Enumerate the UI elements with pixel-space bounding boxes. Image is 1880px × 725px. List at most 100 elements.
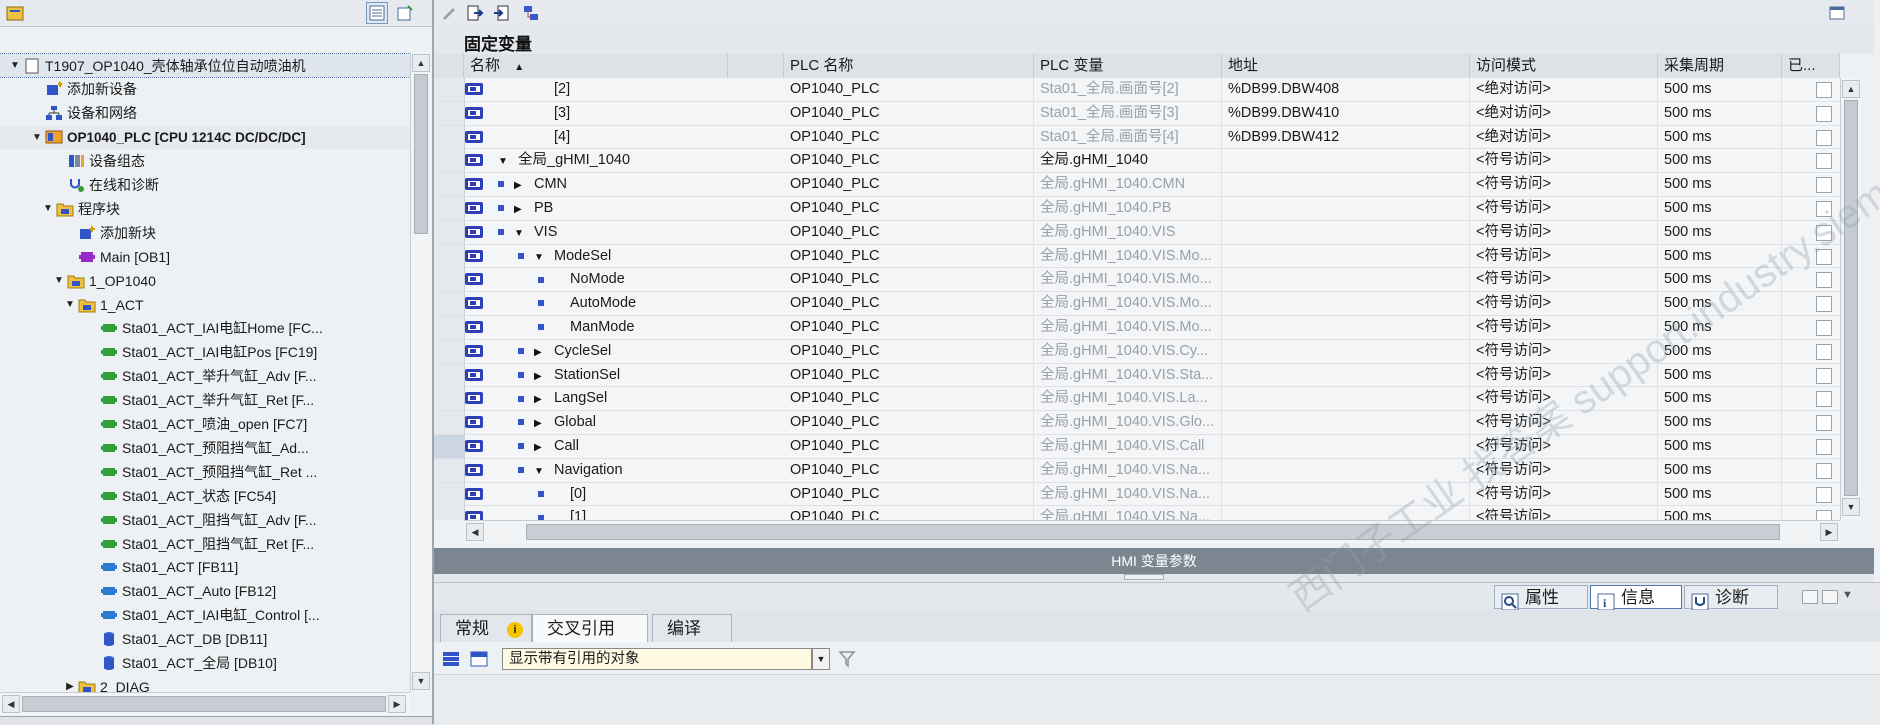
acquisition-cycle-cell[interactable]: 500 ms: [1658, 244, 1782, 268]
tree-item[interactable]: Sta01_ACT_全局 [DB10]: [0, 652, 410, 675]
plc-tag-cell[interactable]: 全局.gHMI_1040.VIS.Mo...: [1034, 268, 1222, 292]
table-row[interactable]: ▼ Navigation OP1040_PLC 全局.gHMI_1040.VIS.Na…: [434, 458, 1840, 483]
filter-icon[interactable]: [838, 650, 856, 669]
tree-item[interactable]: Sta01_ACT_IAI电缸_Control [...: [0, 604, 410, 627]
scroll-left-icon[interactable]: ◀: [2, 695, 20, 713]
acquisition-cycle-cell[interactable]: 500 ms: [1658, 482, 1782, 506]
plc-name-cell[interactable]: OP1040_PLC: [784, 173, 1034, 197]
expand-down-icon[interactable]: ▼: [52, 274, 66, 288]
acquisition-cycle-cell[interactable]: 500 ms: [1658, 125, 1782, 149]
logged-checkbox[interactable]: [1816, 439, 1832, 455]
tree-item[interactable]: ▼ 1_ACT: [0, 293, 410, 316]
tree-item[interactable]: ▼ T1907_OP1040_壳体轴承位位自动喷油机: [0, 53, 410, 78]
logged-checkbox[interactable]: [1816, 510, 1832, 520]
access-mode-cell[interactable]: <符号访问>: [1470, 268, 1658, 292]
plc-name-cell[interactable]: OP1040_PLC: [784, 363, 1034, 387]
row-header[interactable]: [434, 125, 465, 149]
address-cell[interactable]: [1222, 435, 1470, 458]
tree-item[interactable]: ▼ 程序块: [0, 197, 410, 220]
tree-item[interactable]: Sta01_ACT_喷油_open [FC7]: [0, 413, 410, 436]
logged-checkbox[interactable]: [1816, 224, 1832, 241]
scroll-thumb[interactable]: [1844, 100, 1858, 496]
plc-name-cell[interactable]: OP1040_PLC: [784, 101, 1034, 125]
name-cell[interactable]: [2]: [484, 78, 784, 101]
access-mode-cell[interactable]: <符号访问>: [1470, 482, 1658, 506]
expand-right-icon[interactable]: ▶: [534, 436, 546, 458]
address-cell[interactable]: [1222, 292, 1470, 316]
logged-checkbox[interactable]: [1816, 367, 1832, 384]
tree-item[interactable]: ▼ OP1040_PLC [CPU 1214C DC/DC/DC]: [0, 125, 410, 149]
logged-checkbox[interactable]: [1816, 105, 1832, 122]
address-cell[interactable]: [1222, 173, 1470, 197]
scroll-left-icon[interactable]: ◀: [466, 523, 484, 541]
expand-right-icon[interactable]: ▶: [514, 174, 526, 196]
column-header-acquisition-cycle[interactable]: 采集周期: [1658, 54, 1782, 78]
address-cell[interactable]: [1222, 411, 1470, 435]
tag-settings-icon[interactable]: [520, 2, 542, 24]
expand-down-icon[interactable]: ▼: [8, 59, 22, 73]
address-cell[interactable]: [1222, 363, 1470, 387]
row-header[interactable]: [434, 482, 465, 506]
access-mode-cell[interactable]: <符号访问>: [1470, 292, 1658, 316]
name-cell[interactable]: ManMode: [484, 316, 784, 339]
row-header[interactable]: [434, 363, 465, 387]
logged-checkbox[interactable]: [1816, 320, 1832, 336]
tree-item[interactable]: 在线和诊断: [0, 174, 410, 197]
plc-name-cell[interactable]: OP1040_PLC: [784, 435, 1034, 458]
access-mode-cell[interactable]: <符号访问>: [1470, 387, 1658, 411]
acquisition-cycle-cell[interactable]: 500 ms: [1658, 268, 1782, 292]
tree-item[interactable]: Sta01_ACT_DB [DB11]: [0, 628, 410, 651]
plc-name-cell[interactable]: OP1040_PLC: [784, 292, 1034, 316]
row-header[interactable]: [434, 244, 465, 268]
name-cell[interactable]: ▶ CycleSel: [484, 340, 784, 363]
plc-tag-cell[interactable]: 全局.gHMI_1040.VIS.Glo...: [1034, 411, 1222, 435]
tree-item[interactable]: Sta01_ACT_阻挡气缸_Adv [F...: [0, 508, 410, 531]
acquisition-cycle-cell[interactable]: 500 ms: [1658, 316, 1782, 339]
table-row[interactable]: ManMode OP1040_PLC 全局.gHMI_1040.VIS.Mo... <…: [434, 316, 1840, 340]
address-cell[interactable]: [1222, 316, 1470, 339]
table-row[interactable]: ▼ ModeSel OP1040_PLC 全局.gHMI_1040.VIS.Mo...…: [434, 244, 1840, 269]
expand-down-icon[interactable]: ▼: [41, 202, 55, 216]
access-mode-cell[interactable]: <绝对访问>: [1470, 78, 1658, 101]
expand-down-icon[interactable]: ▼: [534, 246, 546, 268]
logged-checkbox[interactable]: [1816, 82, 1832, 98]
acquisition-cycle-cell[interactable]: 500 ms: [1658, 435, 1782, 458]
name-cell[interactable]: ▶ PB: [484, 197, 784, 220]
collapse-icon[interactable]: ▼: [1842, 589, 1853, 601]
window-layout-icon[interactable]: [1826, 2, 1848, 24]
name-cell[interactable]: [0]: [484, 483, 784, 506]
expand-down-icon[interactable]: ▼: [63, 298, 77, 312]
plc-tag-cell[interactable]: 全局.gHMI_1040.CMN: [1034, 173, 1222, 197]
plc-tag-cell[interactable]: 全局.gHMI_1040.VIS.Na...: [1034, 482, 1222, 506]
address-cell[interactable]: [1222, 458, 1470, 482]
plc-name-cell[interactable]: OP1040_PLC: [784, 244, 1034, 268]
logged-checkbox[interactable]: [1816, 296, 1832, 313]
address-cell[interactable]: [1222, 387, 1470, 411]
row-header[interactable]: [434, 387, 465, 411]
name-cell[interactable]: ▶ StationSel: [484, 364, 784, 387]
plc-name-cell[interactable]: OP1040_PLC: [784, 78, 1034, 101]
plc-name-cell[interactable]: OP1040_PLC: [784, 458, 1034, 482]
add-item-icon[interactable]: [394, 2, 416, 24]
acquisition-cycle-cell[interactable]: 500 ms: [1658, 292, 1782, 316]
scroll-right-icon[interactable]: ▶: [1820, 523, 1838, 541]
plc-tag-cell[interactable]: 全局.gHMI_1040.VIS.Mo...: [1034, 244, 1222, 268]
access-mode-cell[interactable]: <符号访问>: [1470, 316, 1658, 339]
plc-name-cell[interactable]: OP1040_PLC: [784, 220, 1034, 244]
column-header-logged[interactable]: 已...: [1782, 54, 1840, 78]
access-mode-cell[interactable]: <符号访问>: [1470, 411, 1658, 435]
logged-checkbox[interactable]: [1816, 129, 1832, 146]
column-header-name[interactable]: 名称 ▲: [464, 54, 728, 78]
name-cell[interactable]: NoMode: [484, 268, 784, 291]
row-header[interactable]: [434, 506, 465, 520]
tab-diagnostics[interactable]: 诊断: [1684, 585, 1778, 611]
name-cell[interactable]: ▶ Call: [484, 435, 784, 458]
column-header-plc-tag[interactable]: PLC 变量: [1034, 54, 1222, 78]
row-header[interactable]: [434, 411, 465, 435]
expand-right-icon[interactable]: ▶: [63, 680, 77, 692]
table-row[interactable]: ▶ CMN OP1040_PLC 全局.gHMI_1040.CMN <符号访问> 500 …: [434, 173, 1840, 197]
scroll-thumb[interactable]: [22, 696, 386, 712]
scroll-up-icon[interactable]: ▲: [1842, 80, 1860, 98]
plc-tag-cell[interactable]: 全局.gHMI_1040.PB: [1034, 197, 1222, 220]
splitter-handle-icon[interactable]: [1124, 574, 1164, 580]
